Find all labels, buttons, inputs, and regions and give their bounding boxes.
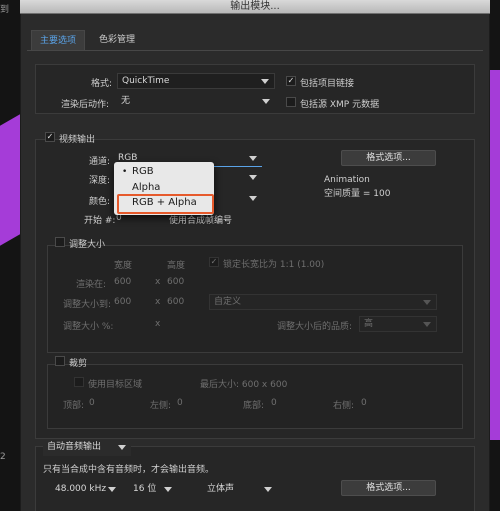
crop-left-value[interactable]: 0 bbox=[177, 398, 183, 408]
crop-label: 裁剪 bbox=[69, 359, 88, 369]
popup-item-rgb[interactable]: • RGB bbox=[118, 165, 210, 179]
chevron-down-icon bbox=[262, 99, 270, 104]
background-text: 到 bbox=[0, 5, 10, 15]
sample-rate-value: 48.000 kHz bbox=[55, 484, 107, 494]
post-render-value: 无 bbox=[121, 96, 131, 106]
chevron-down-icon bbox=[423, 300, 431, 305]
selection-highlight-box bbox=[117, 194, 214, 214]
lock-aspect-label: 锁定长宽比为 1:1 (1.00) bbox=[223, 260, 325, 270]
resize-checkbox[interactable] bbox=[55, 237, 65, 247]
chevron-down-icon bbox=[423, 322, 431, 327]
post-render-label: 渲染后动作: bbox=[61, 100, 110, 110]
crop-bottom-label: 底部: bbox=[243, 401, 265, 411]
lock-aspect-checkbox[interactable]: ✓ bbox=[209, 257, 219, 267]
crop-checkbox[interactable] bbox=[55, 356, 65, 366]
crop-right-label: 右侧: bbox=[333, 401, 355, 411]
audio-mode-dropdown[interactable]: 自动音频输出 bbox=[43, 440, 131, 456]
audio-channels-dropdown[interactable]: 立体声 bbox=[203, 482, 277, 498]
codec-name: Animation bbox=[324, 175, 370, 185]
channels-label: 通道: bbox=[89, 157, 111, 167]
chevron-down-icon bbox=[261, 79, 269, 84]
background-text: 2 bbox=[0, 452, 6, 462]
background-shape-left bbox=[0, 114, 20, 246]
times-sign: x bbox=[155, 297, 161, 307]
chevron-down-icon bbox=[249, 175, 257, 180]
include-project-link-label: 包括项目链接 bbox=[300, 79, 355, 89]
start-label: 开始 #: bbox=[84, 216, 116, 226]
video-format-options-button[interactable]: 格式选项... bbox=[341, 150, 436, 166]
crop-left-label: 左侧: bbox=[150, 401, 172, 411]
chevron-down-icon bbox=[249, 196, 257, 201]
resize-label: 调整大小 bbox=[69, 240, 106, 250]
video-output-checkbox[interactable]: ✓ bbox=[45, 132, 55, 142]
resize-to-height[interactable]: 600 bbox=[167, 297, 184, 307]
resize-preset-value: 自定义 bbox=[214, 297, 242, 307]
chevron-down-icon bbox=[264, 487, 272, 492]
render-at-width: 600 bbox=[114, 277, 132, 287]
chevron-down-icon bbox=[164, 487, 172, 492]
format-dropdown[interactable]: QuickTime bbox=[117, 73, 275, 89]
output-module-dialog: 主要选项 色彩管理 格式: QuickTime ✓ 包括项目链接 渲染后动作: … bbox=[20, 14, 490, 511]
resize-to-width[interactable]: 600 bbox=[114, 297, 131, 307]
popup-item-alpha[interactable]: Alpha bbox=[118, 181, 210, 195]
tab-main-options[interactable]: 主要选项 bbox=[31, 30, 86, 50]
chevron-down-icon bbox=[249, 156, 257, 161]
bit-depth-dropdown[interactable]: 16 位 bbox=[129, 482, 177, 498]
chevron-down-icon bbox=[108, 487, 116, 492]
use-roi-checkbox[interactable] bbox=[74, 377, 84, 387]
audio-channels-value: 立体声 bbox=[207, 484, 235, 494]
include-xmp-label: 包括源 XMP 元数据 bbox=[300, 100, 380, 110]
include-xmp-checkbox[interactable] bbox=[286, 97, 296, 107]
resize-to-label: 调整大小到: bbox=[63, 300, 112, 310]
checked-bullet-icon: • bbox=[122, 167, 128, 177]
background-shape-right bbox=[490, 70, 500, 440]
video-output-label: 视频输出 bbox=[59, 135, 96, 145]
render-at-label: 渲染在: bbox=[76, 280, 107, 290]
tab-color-management[interactable]: 色彩管理 bbox=[91, 30, 143, 50]
chevron-down-icon bbox=[118, 445, 126, 450]
crop-bottom-value[interactable]: 0 bbox=[271, 398, 277, 408]
tab-divider bbox=[27, 50, 483, 51]
times-sign: x bbox=[155, 277, 161, 287]
post-render-dropdown[interactable]: 无 bbox=[117, 94, 275, 110]
depth-label: 深度: bbox=[89, 176, 111, 186]
crop-panel bbox=[47, 364, 463, 429]
sample-rate-dropdown[interactable]: 48.000 kHz bbox=[51, 482, 121, 498]
resize-percent-label: 调整大小 %: bbox=[63, 322, 114, 332]
crop-top-label: 顶部: bbox=[63, 401, 85, 411]
resize-quality-value: 高 bbox=[364, 319, 374, 329]
audio-format-options-button[interactable]: 格式选项... bbox=[341, 480, 436, 496]
audio-note: 只有当合成中含有音频时，才会输出音频。 bbox=[43, 465, 215, 475]
use-roi-label: 使用目标区域 bbox=[88, 380, 143, 390]
times-sign: x bbox=[155, 319, 161, 329]
resize-quality-dropdown[interactable]: 高 bbox=[359, 316, 437, 332]
render-at-height: 600 bbox=[167, 277, 185, 287]
crop-top-value[interactable]: 0 bbox=[89, 398, 95, 408]
audio-mode-value: 自动音频输出 bbox=[47, 442, 102, 452]
color-label: 颜色: bbox=[89, 197, 111, 207]
include-project-link-checkbox[interactable]: ✓ bbox=[286, 76, 296, 86]
format-label: 格式: bbox=[91, 79, 113, 89]
resize-preset-dropdown[interactable]: 自定义 bbox=[209, 294, 437, 310]
width-header: 宽度 bbox=[114, 261, 133, 271]
window-title: 输出模块... bbox=[20, 0, 490, 14]
final-size: 最后大小: 600 x 600 bbox=[200, 380, 288, 390]
bit-depth-value: 16 位 bbox=[133, 484, 157, 494]
format-value: QuickTime bbox=[122, 76, 170, 86]
height-header: 高度 bbox=[167, 261, 186, 271]
crop-right-value[interactable]: 0 bbox=[361, 398, 367, 408]
spatial-quality: 空间质量 = 100 bbox=[324, 189, 391, 199]
resize-quality-label: 调整大小后的品质: bbox=[277, 322, 353, 332]
